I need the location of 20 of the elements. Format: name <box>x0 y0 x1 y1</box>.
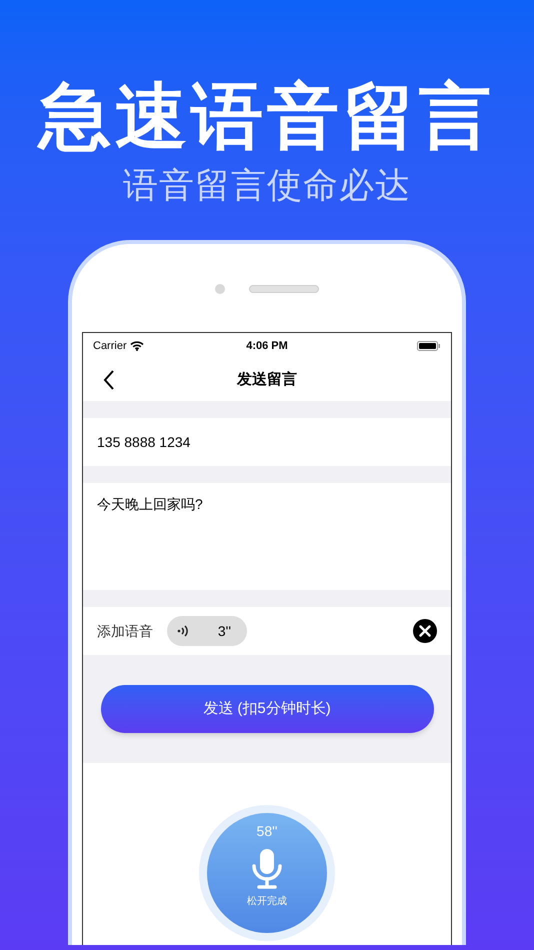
battery-icon <box>417 341 441 351</box>
message-field[interactable]: 今天晚上回家吗? <box>83 483 451 590</box>
speaker-icon <box>249 285 319 293</box>
back-icon[interactable] <box>103 370 115 390</box>
voice-clip[interactable]: 3'' <box>167 616 247 646</box>
record-timer: 58'' <box>256 822 278 841</box>
page-title: 发送留言 <box>237 370 297 390</box>
wifi-icon <box>130 341 144 351</box>
record-hint: 松开完成 <box>247 894 287 909</box>
headline: 急速语音留言 <box>39 74 495 158</box>
voice-label: 添加语音 <box>97 622 153 640</box>
sound-wave-icon <box>177 624 189 638</box>
subtitle: 语音留言使命必达 <box>123 165 411 208</box>
phone-field[interactable]: 135 8888 1234 <box>83 418 451 466</box>
status-time: 4:06 PM <box>245 338 289 354</box>
camera-icon <box>215 284 225 294</box>
close-icon[interactable] <box>413 619 437 643</box>
microphone-icon <box>251 848 283 890</box>
send-button[interactable]: 发送 (扣5分钟时长) <box>100 685 434 733</box>
carrier-label: Carrier <box>93 338 127 354</box>
